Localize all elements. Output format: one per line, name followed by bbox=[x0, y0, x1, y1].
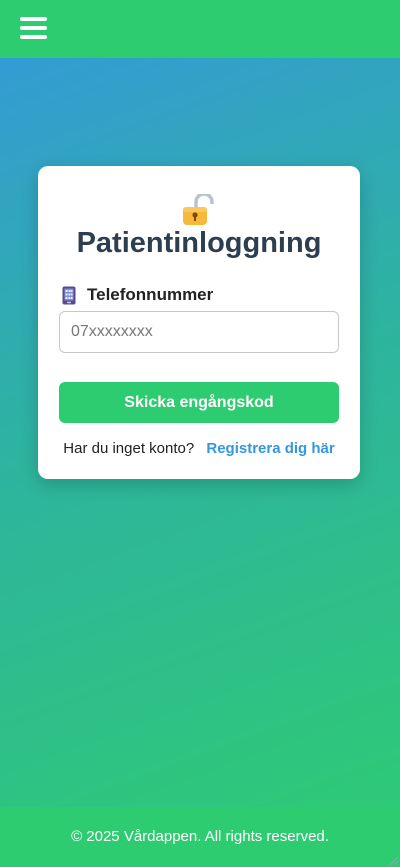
phone-input[interactable] bbox=[59, 311, 339, 353]
page-title: Patientinloggning bbox=[76, 227, 322, 259]
footer: © 2025 Vårdappen. All rights reserved. bbox=[0, 807, 400, 867]
footer-text: © 2025 Vårdappen. All rights reserved. bbox=[71, 828, 329, 845]
register-prompt: Har du inget konto? bbox=[63, 440, 195, 457]
mobile-phone-icon bbox=[62, 286, 76, 304]
phone-label: Telefonnummer bbox=[87, 285, 214, 304]
login-card: Patientinloggning Telefonnummer Skicka e… bbox=[38, 166, 360, 479]
hamburger-line bbox=[20, 35, 47, 39]
resize-grip-icon bbox=[389, 856, 398, 865]
lock-icon bbox=[183, 194, 214, 225]
hamburger-menu-icon[interactable] bbox=[20, 17, 48, 41]
top-navbar bbox=[0, 0, 400, 58]
hamburger-line bbox=[20, 26, 47, 30]
phone-label-row: Telefonnummer bbox=[62, 284, 213, 306]
hamburger-line bbox=[20, 17, 47, 21]
register-row: Har du inget konto? Registrera dig här bbox=[38, 440, 360, 457]
send-code-button[interactable]: Skicka engångskod bbox=[59, 382, 339, 423]
register-link[interactable]: Registrera dig här bbox=[206, 440, 334, 457]
